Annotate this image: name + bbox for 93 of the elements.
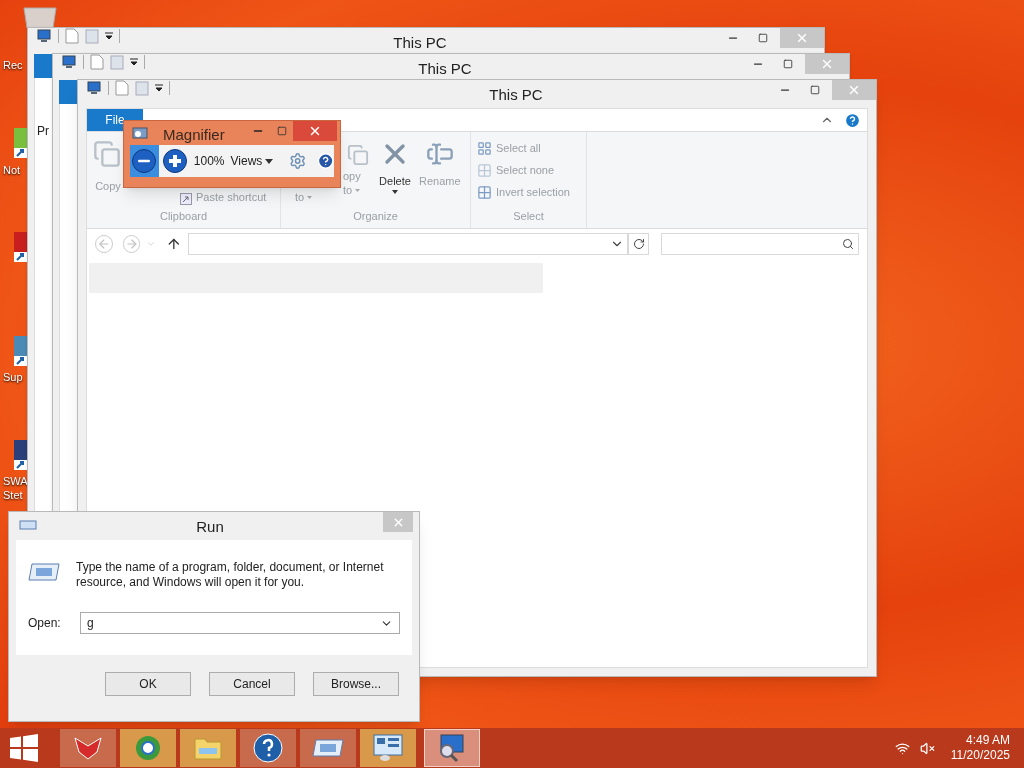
window-title: Run [195, 517, 225, 537]
grid-icon [477, 184, 492, 200]
group-label: Organize [352, 209, 399, 224]
customize-arrow-icon[interactable] [105, 32, 113, 40]
fox-head-icon [73, 736, 103, 760]
run-icon [312, 738, 344, 758]
shortcut-icon [14, 336, 27, 366]
customize-arrow-icon[interactable] [130, 58, 138, 66]
close-icon [820, 57, 834, 71]
copy-to-icon [347, 144, 369, 166]
window-title: This PC [393, 33, 447, 53]
folder-icon [194, 736, 222, 760]
grid-icon [477, 140, 492, 156]
open-label: Open: [28, 615, 62, 632]
clock[interactable]: 4:49 AM 11/20/2025 [950, 733, 1010, 763]
window-title: Magnifier [163, 125, 226, 145]
rename-button[interactable]: Rename [419, 173, 461, 190]
paste-shortcut-button[interactable]: Paste shortcut [196, 188, 267, 205]
customize-arrow-icon[interactable] [155, 84, 163, 92]
move-to-button[interactable]: to [295, 188, 305, 206]
shortcut-icon [180, 193, 192, 205]
maximize-icon [810, 85, 820, 95]
properties-icon[interactable] [65, 28, 79, 44]
copy-button[interactable]: Copy [95, 178, 121, 195]
magnifier-icon [437, 733, 467, 763]
shortcut-icon [14, 232, 27, 262]
plus-icon [168, 154, 183, 168]
network-icon[interactable] [894, 740, 910, 756]
run-icon [28, 562, 60, 582]
help-icon[interactable] [316, 152, 334, 170]
select-option[interactable]: Select none [477, 162, 586, 178]
computer-icon[interactable] [86, 81, 102, 95]
window-title: This PC [489, 85, 543, 105]
dropdown-arrow-icon [265, 158, 274, 164]
properties-icon[interactable] [90, 54, 104, 70]
close-icon [795, 31, 809, 45]
refresh-button[interactable] [627, 233, 650, 255]
search-field[interactable] [661, 233, 859, 255]
taskbar-button[interactable] [240, 729, 296, 767]
group-label: Clipboard [158, 209, 209, 224]
taskbar-button[interactable] [300, 729, 356, 767]
globe-icon [134, 734, 162, 762]
delete-button[interactable]: Delete [379, 173, 411, 190]
zoom-out-button[interactable] [130, 145, 159, 177]
maximize-icon [758, 33, 768, 43]
muted-speaker-icon[interactable] [919, 740, 935, 756]
maximize-icon [783, 59, 793, 69]
help-icon [253, 733, 283, 763]
properties-icon[interactable] [115, 80, 129, 96]
pane-text: Pr [37, 124, 49, 138]
computer-icon[interactable] [36, 29, 52, 43]
search-icon [842, 238, 854, 250]
magnifier-app-icon [132, 127, 148, 141]
taskbar-button[interactable] [60, 729, 116, 767]
select-option[interactable]: Select all [477, 140, 586, 156]
desktop-icon-label[interactable]: Sup [0, 370, 26, 384]
group-label: Select [512, 209, 545, 224]
windows-logo-icon[interactable] [10, 734, 38, 762]
views-button[interactable]: Views [230, 152, 274, 170]
computer-icon[interactable] [61, 55, 77, 69]
dropdown-arrow-icon [392, 189, 398, 194]
taskbar-button[interactable] [424, 729, 480, 767]
dialog-button[interactable]: Cancel [209, 672, 295, 696]
window-title: This PC [418, 59, 472, 79]
close-button[interactable] [293, 121, 337, 141]
close-icon [847, 83, 861, 97]
empty-grid-icon [477, 162, 492, 178]
up-icon[interactable] [166, 236, 182, 252]
taskbar-button[interactable] [120, 729, 176, 767]
taskbar-button[interactable] [360, 729, 416, 767]
copy-to-button[interactable]: opy [343, 170, 361, 182]
copy-to-button[interactable]: to [343, 184, 353, 196]
desktop-icon-label[interactable]: Not [0, 163, 26, 177]
dropdown-arrow-icon [355, 188, 361, 192]
open-input[interactable]: g [80, 612, 400, 634]
dialog-button[interactable]: OK [105, 672, 191, 696]
dropdown-arrow-icon [307, 195, 313, 199]
run-message: Type the name of a program, folder, document, or Internet resource, and Windows will open it for you. [76, 560, 385, 590]
maximize-icon [277, 126, 287, 136]
control-panel-icon [373, 734, 403, 762]
zoom-level: 100% [193, 153, 225, 170]
dialog-button[interactable]: Browse... [313, 672, 399, 696]
desktop-icon-label[interactable]: SWA Stet [0, 474, 26, 502]
run-icon [19, 520, 37, 530]
shortcut-icon [14, 440, 27, 470]
help-icon[interactable] [844, 111, 861, 129]
shortcut-icon [14, 128, 27, 158]
desktop-icon-label[interactable]: Rec [0, 58, 26, 72]
settings-icon[interactable] [289, 152, 307, 170]
copy-icon [93, 140, 121, 168]
close-icon [308, 124, 322, 138]
refresh-icon [632, 238, 645, 250]
select-option[interactable]: Invert selection [477, 184, 586, 200]
